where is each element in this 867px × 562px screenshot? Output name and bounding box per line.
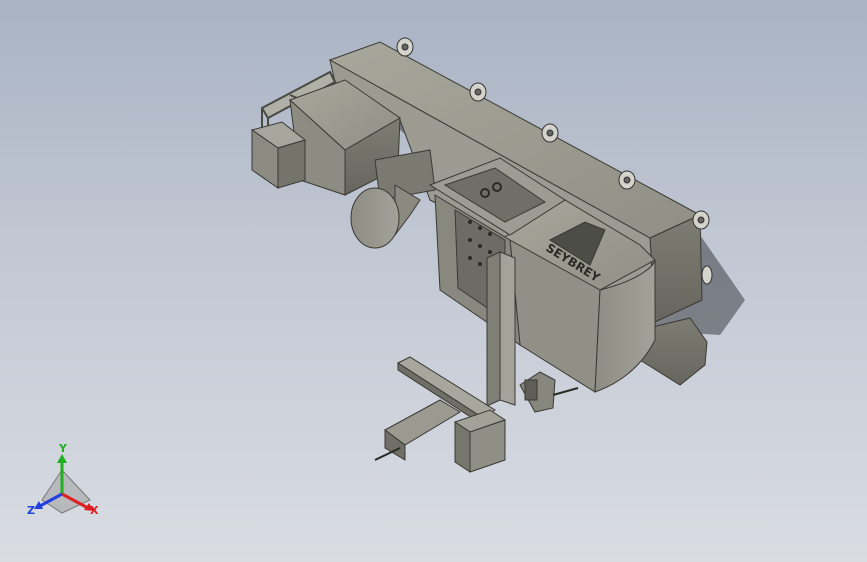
graphics-viewport[interactable]: SEYBREY Y X Z xyxy=(0,0,867,562)
drive-bracket[interactable] xyxy=(519,371,579,413)
cad-model[interactable]: SEYBREY xyxy=(0,0,867,562)
funnel-cone[interactable] xyxy=(350,184,421,249)
x-axis-label: X xyxy=(90,504,99,517)
y-axis-label: Y xyxy=(59,442,67,455)
motor-box[interactable] xyxy=(453,409,507,473)
z-axis-label: Z xyxy=(27,504,35,517)
vertical-column[interactable] xyxy=(486,251,516,407)
gripper-assembly[interactable] xyxy=(374,399,461,461)
triad-graphic xyxy=(34,454,94,514)
orientation-triad[interactable]: Y X Z xyxy=(22,442,112,528)
